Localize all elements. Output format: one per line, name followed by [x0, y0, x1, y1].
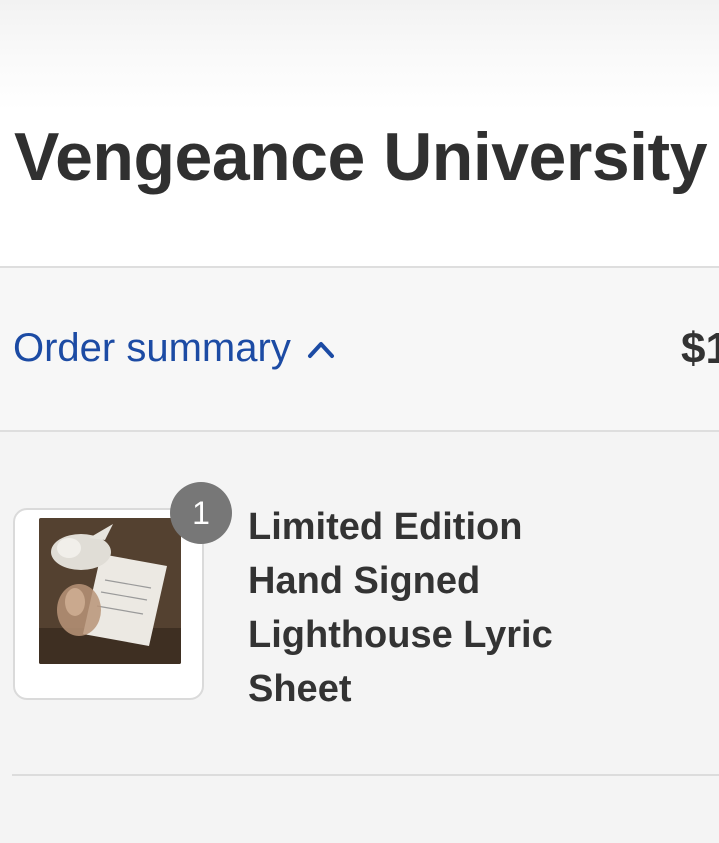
product-name: Limited Edition Hand Signed Lighthouse L…: [248, 506, 553, 710]
order-summary-toggle[interactable]: Order summary: [13, 326, 335, 371]
line-items-section: 1 Limited Edition Hand Signed Lighthouse…: [0, 432, 719, 843]
order-summary-bar[interactable]: Order summary $1: [0, 266, 719, 432]
product-thumbnail: [13, 508, 204, 700]
store-title: Vengeance University: [14, 119, 708, 195]
order-summary-label: Order summary: [13, 326, 291, 370]
section-divider: [12, 774, 719, 776]
product-image: [39, 518, 181, 664]
order-total-price: $1: [681, 324, 719, 373]
quantity-badge: 1: [170, 482, 232, 544]
store-header: Vengeance University: [0, 0, 719, 267]
chevron-up-icon: [307, 341, 334, 358]
